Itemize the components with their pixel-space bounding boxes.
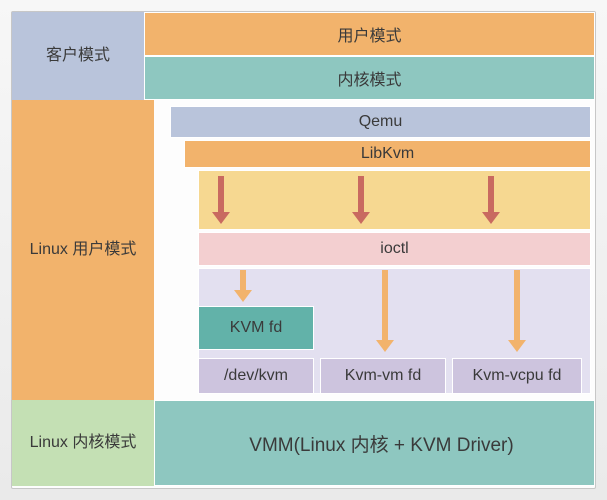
kvm-architecture-diagram: 客户模式 用户模式 内核模式 Linux 用户模式 Qemu LibKvm io… [11,11,596,489]
guest-mode-label: 客户模式 [12,12,144,100]
linux-user-mode-content: Qemu LibKvm ioctl KVM fd /dev/kvm Kvm-vm… [154,100,595,400]
libkvm-layer: LibKvm [184,140,591,168]
guest-mode-content: 用户模式 内核模式 [144,12,595,100]
guest-user-mode: 用户模式 [144,12,595,56]
linux-kernel-mode-label: Linux 内核模式 [12,400,154,486]
guest-mode-row: 客户模式 用户模式 内核模式 [12,12,595,100]
kvm-fd-box: KVM fd [198,306,314,350]
guest-kernel-mode: 内核模式 [144,56,595,100]
linux-user-mode-label: Linux 用户模式 [12,100,154,400]
linux-user-mode-row: Linux 用户模式 Qemu LibKvm ioctl KVM fd /dev… [12,100,595,400]
ioctl-layer: ioctl [198,232,591,266]
kvm-vm-fd-box: Kvm-vm fd [320,358,446,394]
qemu-layer: Qemu [170,106,591,138]
kvm-vcpu-fd-box: Kvm-vcpu fd [452,358,582,394]
vmm-layer: VMM(Linux 内核 + KVM Driver) [154,400,595,486]
linux-kernel-mode-row: Linux 内核模式 VMM(Linux 内核 + KVM Driver) [12,400,595,486]
dispatch-layer [198,170,591,230]
dev-kvm-box: /dev/kvm [198,358,314,394]
